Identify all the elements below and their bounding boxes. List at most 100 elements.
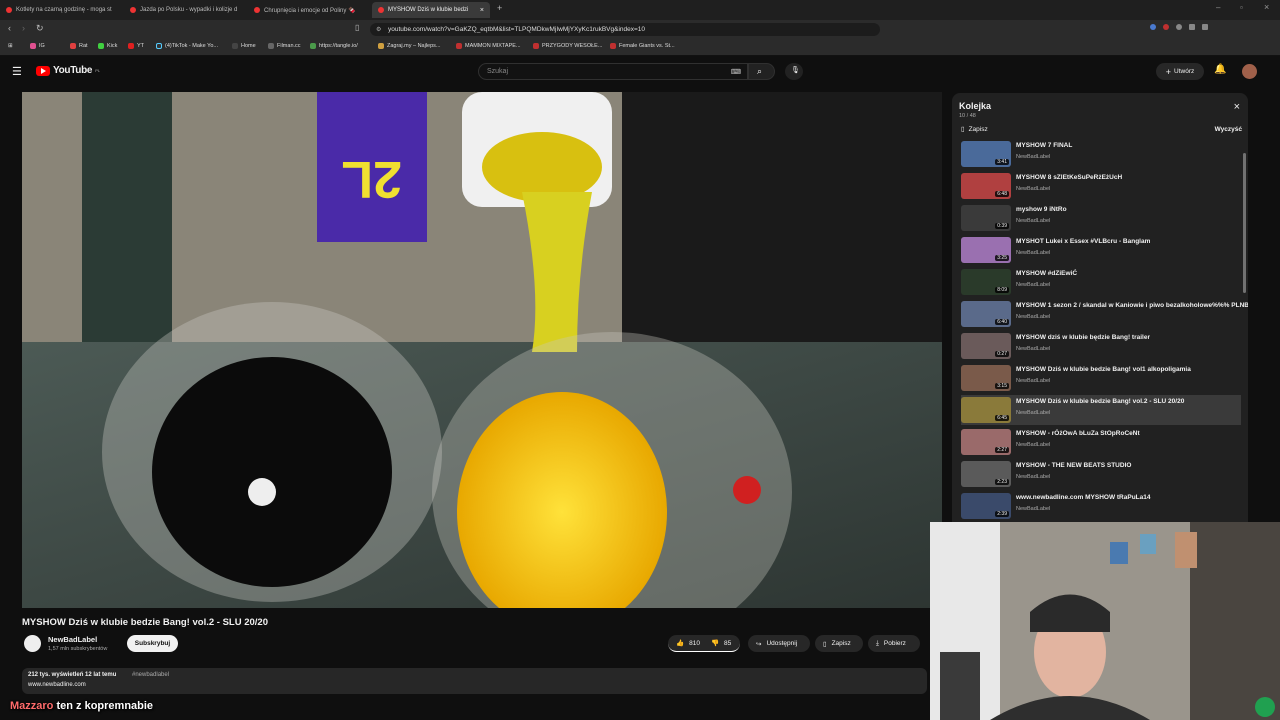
- queue-thumbnail[interactable]: 0:39: [961, 205, 1011, 231]
- save-icon: ▯: [823, 640, 827, 648]
- mic-icon: 🎙: [791, 67, 800, 74]
- bookmark-ig[interactable]: IG: [30, 43, 45, 49]
- search-input[interactable]: Szukaj ⌨: [478, 63, 748, 80]
- queue-item[interactable]: 3:15 MYSHOW Dziś w klubie bedzie Bang! vo…: [961, 363, 1241, 393]
- bookmark-tiktok[interactable]: (4)TikTok - Make Yo...: [156, 43, 218, 49]
- queue-item[interactable]: 2:39 www.newbadline.com MYSHOW tRaPuLa14 N…: [961, 491, 1241, 521]
- queue-thumbnail[interactable]: 8:09: [961, 269, 1011, 295]
- site-info-icon[interactable]: ⚙: [376, 26, 381, 33]
- queue-item-title: MYSHOW dziś w klubie będzie Bang! traile…: [1016, 334, 1150, 341]
- queue-item-title: MYSHOW Dziś w klubie bedzie Bang! vol.2 …: [1016, 398, 1185, 405]
- queue-thumbnail[interactable]: 2:23: [961, 461, 1011, 487]
- queue-item[interactable]: 2:27 MYSHOW - rÓżOwA bLuZa StOpRoCeNt NewB…: [961, 427, 1241, 457]
- subscribe-button[interactable]: Subskrybuj: [127, 635, 178, 652]
- queue-thumbnail[interactable]: 3:41: [961, 141, 1011, 167]
- video-player[interactable]: 2L: [22, 92, 942, 608]
- url-bar[interactable]: ⚙ youtube.com/watch?v=GaKZQ_eqtbM&list=T…: [370, 23, 880, 36]
- tab-jazda[interactable]: Jazda po Polsku - wypadki i kolizje d: [124, 2, 246, 18]
- extension-icon[interactable]: [1202, 24, 1208, 30]
- tab-kotlety[interactable]: Kotlety na czarną godzinę - moga st: [0, 2, 122, 18]
- notifications-bell-icon[interactable]: 🔔: [1214, 64, 1226, 75]
- minimize-icon[interactable]: –: [1216, 3, 1220, 12]
- queue-item[interactable]: 6:48 MYSHOW 8 sZlEtKeSuPeRżEżUcH NewBadLab…: [961, 171, 1241, 201]
- queue-item-channel: NewBadLabel: [1016, 314, 1051, 320]
- maximize-icon[interactable]: ▫: [1240, 3, 1243, 12]
- description-box[interactable]: 212 tys. wyświetleń 12 lat temu #newbadl…: [22, 668, 927, 694]
- queue-item[interactable]: 8:09 MYSHOW #dZiEwiĆ NewBadLabel: [961, 267, 1241, 297]
- search-button[interactable]: ⌕: [748, 63, 775, 80]
- reload-icon[interactable]: ↻: [36, 23, 44, 34]
- save-button[interactable]: ▯ Zapisz: [815, 635, 863, 652]
- queue-item-title: MYSHOW 1 sezon 2 / skandal w Kaniowie i …: [1016, 302, 1248, 309]
- close-queue-icon[interactable]: ×: [1234, 101, 1240, 113]
- queue-thumbnail[interactable]: 0:27: [961, 333, 1011, 359]
- queue-scrollbar[interactable]: [1243, 153, 1246, 293]
- like-count[interactable]: 810: [689, 640, 700, 647]
- queue-item-duration: 8:09: [995, 287, 1009, 293]
- account-avatar[interactable]: [1242, 64, 1257, 79]
- bookmark-home[interactable]: Home: [232, 43, 256, 49]
- extension-icon[interactable]: [1150, 24, 1156, 30]
- bookmark-tangle[interactable]: https://tangle.io/: [310, 43, 358, 49]
- queue-thumbnail[interactable]: 6:45: [961, 397, 1011, 423]
- close-tab-icon[interactable]: ×: [480, 7, 484, 14]
- queue-thumbnail[interactable]: 6:40: [961, 301, 1011, 327]
- queue-thumbnail[interactable]: 3:25: [961, 237, 1011, 263]
- tab-chrupniecia[interactable]: Chrupnięcia i emocje od Poliny 🍫: [248, 2, 370, 18]
- youtube-logo[interactable]: YouTube PL: [36, 65, 100, 76]
- queue-item[interactable]: 6:40 MYSHOW 1 sezon 2 / skandal w Kaniowi…: [961, 299, 1248, 329]
- queue-item-duration: 6:45: [995, 415, 1009, 421]
- queue-item[interactable]: 3:41 MYSHOW 7 FINAL NewBadLabel: [961, 139, 1241, 169]
- queue-save-button[interactable]: ▯ Zapisz: [961, 125, 988, 134]
- extension-icon[interactable]: [1163, 24, 1169, 30]
- download-icon: ⤓: [876, 639, 879, 647]
- queue-item[interactable]: 0:39 myshow 9 iNtRo NewBadLabel: [961, 203, 1241, 233]
- create-button[interactable]: + Utwórz: [1156, 63, 1204, 80]
- queue-thumbnail[interactable]: 2:27: [961, 429, 1011, 455]
- bookmarks-bar: ⊞ IG Rat Kick YT (4)TikTok - Make Yo... …: [0, 38, 1280, 56]
- menu-icon[interactable]: ☰: [12, 65, 22, 78]
- bookmark-mammon[interactable]: MAMMON MIXTAPE...: [456, 43, 521, 49]
- bookmark-female-giants[interactable]: Female Giants vs. St...: [610, 43, 675, 49]
- bookmark-rat[interactable]: Rat: [70, 43, 88, 49]
- extension-icon[interactable]: [1189, 24, 1195, 30]
- share-button[interactable]: ↪ Udostępnij: [748, 635, 810, 652]
- new-tab-icon[interactable]: +: [497, 3, 502, 13]
- extension-icons: [1150, 24, 1250, 32]
- queue-item[interactable]: 6:45 MYSHOW Dziś w klubie bedzie Bang! vo…: [961, 395, 1241, 425]
- dislike-icon[interactable]: 👎: [711, 639, 719, 647]
- bookmark-filman[interactable]: Filman.cc: [268, 43, 301, 49]
- apps-icon[interactable]: ⊞: [8, 43, 13, 49]
- queue-thumbnail[interactable]: 6:48: [961, 173, 1011, 199]
- queue-item[interactable]: 0:27 MYSHOW dziś w klubie będzie Bang! tr…: [961, 331, 1241, 361]
- tab-myshow[interactable]: MYSHOW Dziś w klubie bedzi ×: [372, 2, 490, 18]
- queue-item[interactable]: 2:23 MYSHOW - THE NEW BEATS STUDIO NewBadL…: [961, 459, 1241, 489]
- channel-avatar[interactable]: [24, 635, 41, 652]
- bookmark-page-icon[interactable]: ▯: [355, 23, 359, 32]
- like-icon[interactable]: 👍: [676, 639, 684, 647]
- extension-icon[interactable]: [1176, 24, 1182, 30]
- download-button[interactable]: ⤓ Pobierz: [868, 635, 920, 652]
- youtube-play-icon: [36, 65, 50, 76]
- queue-thumbnail[interactable]: 2:39: [961, 493, 1011, 519]
- dislike-count[interactable]: 85: [724, 640, 731, 647]
- keyboard-icon[interactable]: ⌨: [731, 68, 741, 76]
- webcam-overlay: [930, 522, 1280, 720]
- bookmark-przygody[interactable]: PRZYGODY WESOŁE...: [533, 43, 602, 49]
- forward-icon[interactable]: ›: [22, 23, 25, 33]
- back-icon[interactable]: ‹: [8, 23, 11, 33]
- bookmark-zagraj[interactable]: Zagraj.my – Najleps...: [378, 43, 441, 49]
- queue-item[interactable]: 3:25 MYSHOT Lukei x Essex #VLBcru - Bangl…: [961, 235, 1241, 265]
- close-window-icon[interactable]: ×: [1264, 2, 1269, 12]
- queue-item-channel: NewBadLabel: [1016, 506, 1051, 512]
- queue-item-channel: NewBadLabel: [1016, 218, 1051, 224]
- voice-search-button[interactable]: 🎙: [785, 63, 803, 80]
- queue-clear-button[interactable]: Wyczyść: [1215, 126, 1242, 133]
- queue-item-channel: NewBadLabel: [1016, 346, 1051, 352]
- share-icon: ↪: [756, 640, 762, 648]
- bookmark-yt[interactable]: YT: [128, 43, 144, 49]
- channel-name[interactable]: NewBadLabel: [48, 635, 97, 644]
- queue-item-title: MYSHOW - rÓżOwA bLuZa StOpRoCeNt: [1016, 430, 1140, 437]
- queue-thumbnail[interactable]: 3:15: [961, 365, 1011, 391]
- bookmark-kick[interactable]: Kick: [98, 43, 117, 49]
